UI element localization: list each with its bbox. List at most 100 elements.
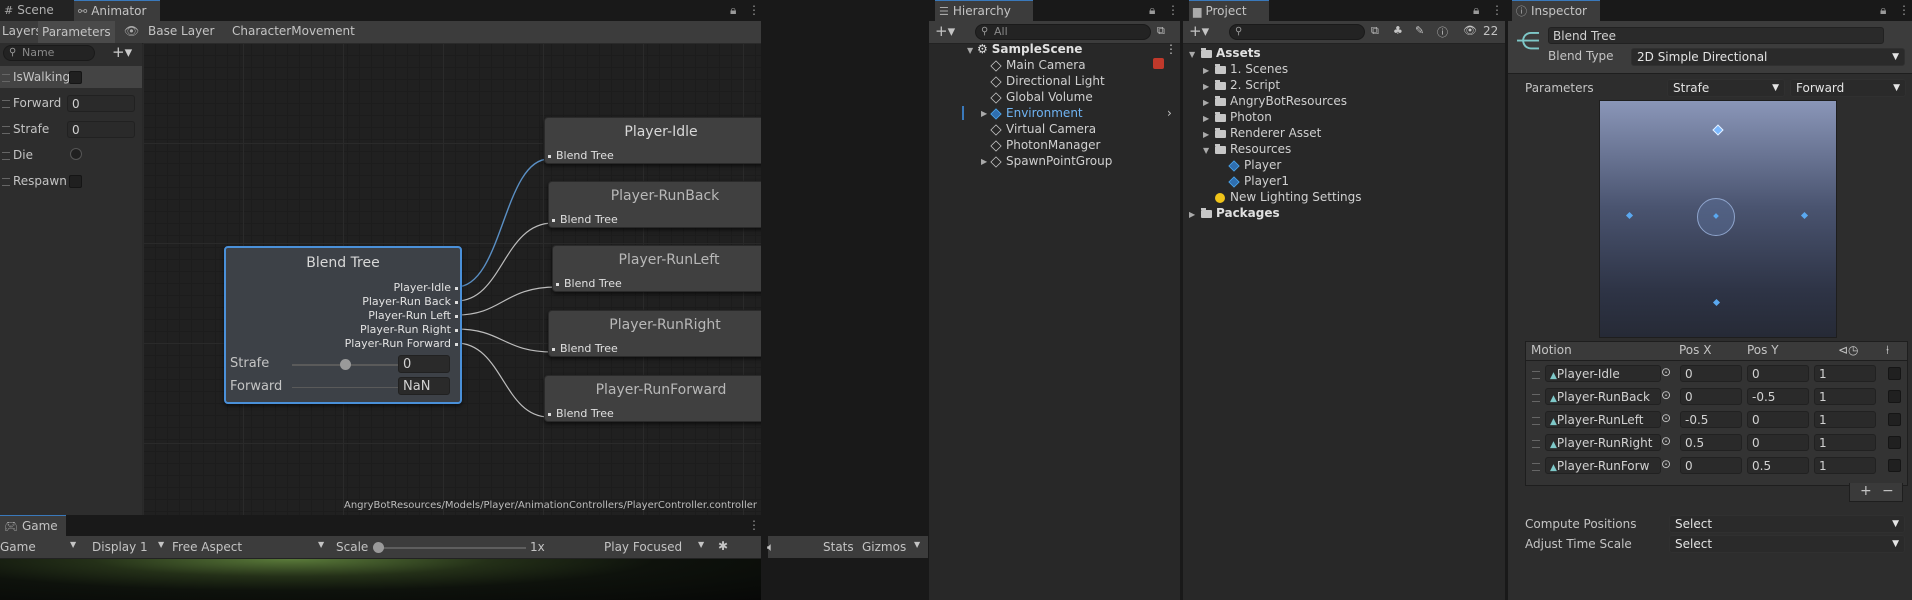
forward-blend-field[interactable]: NaN [398, 377, 450, 395]
folder-2-script[interactable]: 2. Script [1215, 77, 1280, 93]
speed-field[interactable]: 1 [1814, 388, 1876, 405]
search-options-icon[interactable]: ⧉ [1157, 24, 1165, 38]
drag-handle-icon[interactable] [1532, 463, 1540, 471]
posy-field[interactable]: -0.5 [1747, 388, 1809, 405]
more-menu-icon[interactable]: ⋮ [748, 518, 760, 532]
hierarchy-item-global-volume[interactable]: Global Volume [990, 89, 1093, 105]
state-node-player-runleft[interactable]: Player-RunLeft Blend Tree [552, 245, 761, 292]
lock-icon[interactable]: 🔒︎ [730, 3, 736, 18]
add-motion-button[interactable]: + [1860, 483, 1872, 499]
expand-arrow-icon[interactable]: ▶ [1203, 66, 1209, 75]
drag-handle-icon[interactable] [2, 152, 10, 160]
folder-photon[interactable]: Photon [1215, 109, 1272, 125]
asset-new-lighting-settings[interactable]: New Lighting Settings [1215, 189, 1362, 205]
folder-resources[interactable]: Resources [1215, 141, 1291, 157]
motion-row[interactable]: ▲Player-Idle ⊙ 0 0 1 [1526, 364, 1907, 383]
output-port[interactable]: Player-Run Left [258, 309, 458, 323]
motion-field[interactable]: ▲Player-RunBack [1545, 388, 1661, 405]
mirror-checkbox[interactable] [1888, 459, 1901, 472]
motion-row[interactable]: ▲Player-RunForw ⊙ 0 0.5 1 [1526, 456, 1907, 475]
game-view[interactable] [0, 559, 761, 600]
tab-inspector[interactable]: ⓘ Inspector [1512, 0, 1600, 21]
tab-animator[interactable]: ⚯ Animator [74, 0, 160, 21]
motion-row[interactable]: ▲Player-RunRight ⊙ 0.5 0 1 [1526, 433, 1907, 452]
forward-slider-track[interactable] [292, 387, 402, 388]
drag-handle-icon[interactable] [1532, 394, 1540, 402]
output-port[interactable]: Player-Run Back [258, 295, 458, 309]
mirror-checkbox[interactable] [1888, 390, 1901, 403]
tab-scene[interactable]: # Scene [0, 0, 84, 21]
blend-point-forward[interactable] [1712, 124, 1724, 136]
drag-handle-icon[interactable] [2, 126, 10, 134]
filter-by-label-icon[interactable]: ♣ [1393, 24, 1403, 37]
mirror-checkbox[interactable] [1888, 413, 1901, 426]
info-icon[interactable]: ⓘ [1437, 24, 1448, 40]
posy-field[interactable]: 0 [1747, 411, 1809, 428]
lock-icon[interactable]: 🔒︎ [1149, 3, 1155, 18]
motion-row[interactable]: ▲Player-RunLeft ⊙ -0.5 0 1 [1526, 410, 1907, 429]
folder-1-scenes[interactable]: 1. Scenes [1215, 61, 1288, 77]
asset-player[interactable]: Player [1228, 157, 1281, 173]
mute-audio-icon[interactable]: 🔈︎ [767, 540, 774, 555]
posx-field[interactable]: 0 [1680, 388, 1742, 405]
iswalking-checkbox[interactable] [69, 71, 82, 84]
hidden-packages-icon[interactable]: 👁︎ [1463, 24, 1477, 37]
drag-handle-icon[interactable] [2, 178, 10, 186]
hierarchy-item-main-camera[interactable]: Main Camera [990, 57, 1086, 73]
speed-field[interactable]: 1 [1814, 411, 1876, 428]
blend-type-dropdown[interactable]: 2D Simple Directional ▼ [1631, 48, 1905, 66]
packages-folder[interactable]: Packages [1201, 205, 1280, 221]
eye-icon[interactable]: 👁︎ [124, 24, 139, 38]
tag-icon[interactable]: ✎ [1415, 24, 1424, 37]
hierarchy-search-input[interactable]: ⚲ All [975, 24, 1151, 40]
die-trigger-radio[interactable] [70, 148, 82, 160]
hierarchy-item-virtual-camera[interactable]: Virtual Camera [990, 121, 1096, 137]
scale-slider-track[interactable] [376, 547, 526, 549]
hierarchy-item-photonmanager[interactable]: PhotonManager [990, 137, 1100, 153]
game-mode-dropdown[interactable]: Game ▼ [0, 540, 80, 554]
add-parameter-button[interactable]: +▾ [112, 43, 132, 61]
compute-positions-dropdown[interactable]: Select ▼ [1669, 515, 1905, 533]
state-input-port[interactable]: Blend Tree [556, 277, 622, 290]
folder-renderer-asset[interactable]: Renderer Asset [1215, 125, 1321, 141]
tab-game[interactable]: 🎮︎ Game [0, 515, 66, 536]
expand-arrow-icon[interactable]: ▶ [1203, 114, 1209, 123]
animator-graph[interactable]: Blend Tree Player-Idle Player-Run Back P… [143, 43, 761, 515]
mirror-checkbox[interactable] [1888, 436, 1901, 449]
speed-field[interactable]: 1 [1814, 434, 1876, 451]
expand-arrow-icon[interactable]: ▶ [1189, 210, 1195, 219]
expand-arrow-icon[interactable]: ▶ [1203, 130, 1209, 139]
remove-motion-button[interactable]: − [1882, 483, 1894, 499]
speed-field[interactable]: 1 [1814, 457, 1876, 474]
drag-handle-icon[interactable] [1532, 440, 1540, 448]
lock-icon[interactable]: 🔒︎ [1880, 3, 1886, 18]
stats-button[interactable]: Stats [823, 540, 854, 554]
expand-arrow-icon[interactable]: ▶ [981, 157, 987, 166]
gizmos-dropdown[interactable]: Gizmos ▼ [862, 540, 922, 554]
posx-field[interactable]: 0 [1680, 457, 1742, 474]
state-input-port[interactable]: Blend Tree [548, 407, 614, 420]
blend-tree-name-field[interactable]: Blend Tree [1548, 27, 1884, 44]
drag-handle-icon[interactable] [2, 100, 10, 108]
more-menu-icon[interactable]: ⋮ [1167, 3, 1179, 17]
breadcrumb-charactermovement[interactable]: CharacterMovement [232, 24, 355, 38]
motion-field[interactable]: ▲Player-RunLeft [1545, 411, 1661, 428]
create-button[interactable]: +▾ [935, 22, 955, 40]
hierarchy-item-environment[interactable]: Environment [990, 105, 1083, 121]
drag-handle-icon[interactable] [1532, 417, 1540, 425]
strafe-value-field[interactable]: 0 [67, 121, 135, 138]
posx-field[interactable]: -0.5 [1680, 411, 1742, 428]
param-row[interactable]: Strafe 0 [0, 118, 142, 140]
state-input-port[interactable]: Blend Tree [552, 342, 618, 355]
output-port[interactable]: Player-Run Right [258, 323, 458, 337]
more-menu-icon[interactable]: ⋮ [1898, 3, 1910, 17]
object-picker-icon[interactable]: ⊙ [1661, 457, 1671, 471]
blend-tree-node[interactable]: Blend Tree Player-Idle Player-Run Back P… [224, 246, 462, 404]
state-node-player-runright[interactable]: Player-RunRight Blend Tree [548, 310, 761, 357]
param-row[interactable]: Respawn [0, 170, 142, 192]
param-row[interactable]: IsWalking [0, 66, 142, 88]
state-input-port[interactable]: Blend Tree [552, 213, 618, 226]
motion-field[interactable]: ▲Player-RunRight [1545, 434, 1661, 451]
output-port[interactable]: Player-Idle [258, 281, 458, 295]
expand-arrow-icon[interactable]: ▶ [1203, 98, 1209, 107]
